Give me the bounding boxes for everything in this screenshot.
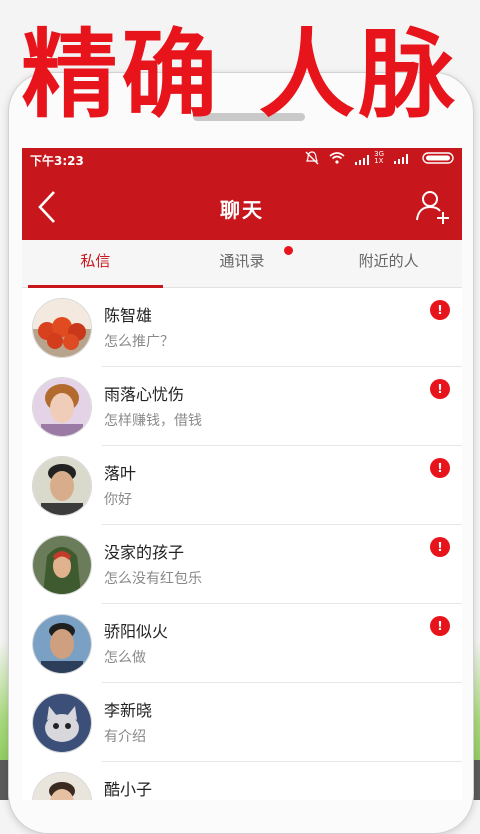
contact-name: 雨落心忧伤 bbox=[104, 385, 185, 404]
unread-badge: ! bbox=[430, 379, 450, 399]
tab-private-messages[interactable]: 私信 bbox=[22, 240, 169, 288]
avatar bbox=[32, 772, 92, 800]
contact-name: 酷小子 bbox=[104, 780, 153, 799]
notification-dot bbox=[284, 246, 294, 255]
message-preview: 怎么推广？ bbox=[104, 334, 174, 350]
promo-headline: 精确 人脉 bbox=[21, 19, 459, 131]
app-header: 聊天 bbox=[22, 172, 462, 240]
chat-row[interactable]: 李新晓 有介绍 bbox=[22, 683, 462, 762]
tab-label: 通讯录 bbox=[219, 252, 265, 270]
signal-icon-1 bbox=[355, 155, 370, 165]
avatar bbox=[32, 456, 92, 516]
avatar bbox=[32, 377, 92, 437]
tab-bar: 私信 通讯录 附近的人 bbox=[22, 240, 462, 288]
tab-contacts[interactable]: 通讯录 bbox=[169, 240, 316, 287]
wifi-icon bbox=[329, 152, 345, 164]
signal-icon-2 bbox=[394, 154, 408, 164]
chat-row[interactable]: 酷小子 bbox=[22, 762, 462, 800]
add-contact-icon[interactable] bbox=[414, 188, 452, 226]
chat-row[interactable]: 落叶 你好 ! bbox=[22, 446, 462, 525]
unread-badge: ! bbox=[430, 616, 450, 636]
chat-list: 陈智雄 怎么推广？ ! 雨落心忧伤 怎样赚钱，借钱 ! 落叶 你好 ! 没家的孩… bbox=[22, 288, 462, 800]
mute-icon bbox=[305, 151, 319, 165]
message-preview: 怎么做 bbox=[104, 650, 146, 666]
status-bar: 下午3:23 3G 1X bbox=[22, 148, 462, 172]
unread-badge: ! bbox=[430, 300, 450, 320]
message-preview: 怎么没有红包乐 bbox=[104, 571, 202, 587]
contact-name: 骄阳似火 bbox=[104, 622, 169, 641]
message-preview: 怎样赚钱，借钱 bbox=[104, 413, 202, 429]
avatar bbox=[32, 535, 92, 595]
tab-label: 附近的人 bbox=[358, 252, 419, 270]
contact-name: 陈智雄 bbox=[104, 306, 153, 325]
avatar bbox=[32, 614, 92, 674]
chat-row[interactable]: 骄阳似火 怎么做 ! bbox=[22, 604, 462, 683]
unread-badge: ! bbox=[430, 537, 450, 557]
message-preview: 有介绍 bbox=[104, 729, 146, 745]
message-preview: 你好 bbox=[104, 492, 132, 508]
status-time: 下午3:23 bbox=[30, 154, 84, 168]
chat-row[interactable]: 雨落心忧伤 怎样赚钱，借钱 ! bbox=[22, 367, 462, 446]
unread-badge: ! bbox=[430, 458, 450, 478]
page-title: 聊天 bbox=[220, 198, 264, 222]
contact-name: 李新晓 bbox=[104, 701, 153, 720]
chat-row[interactable]: 陈智雄 怎么推广？ ! bbox=[22, 288, 462, 367]
app-screen: 下午3:23 3G 1X 聊天 私信 通讯录 附近的人 陈智雄 怎么推广？ ! … bbox=[22, 148, 462, 800]
chat-row[interactable]: 没家的孩子 怎么没有红包乐 ! bbox=[22, 525, 462, 604]
contact-name: 落叶 bbox=[104, 464, 137, 483]
avatar bbox=[32, 693, 92, 753]
avatar bbox=[32, 298, 92, 358]
network-type-label: 3G 1X bbox=[374, 150, 384, 165]
contact-name: 没家的孩子 bbox=[104, 543, 185, 562]
battery-icon bbox=[422, 152, 454, 164]
tab-label: 私信 bbox=[80, 252, 111, 270]
tab-nearby-people[interactable]: 附近的人 bbox=[315, 240, 462, 287]
